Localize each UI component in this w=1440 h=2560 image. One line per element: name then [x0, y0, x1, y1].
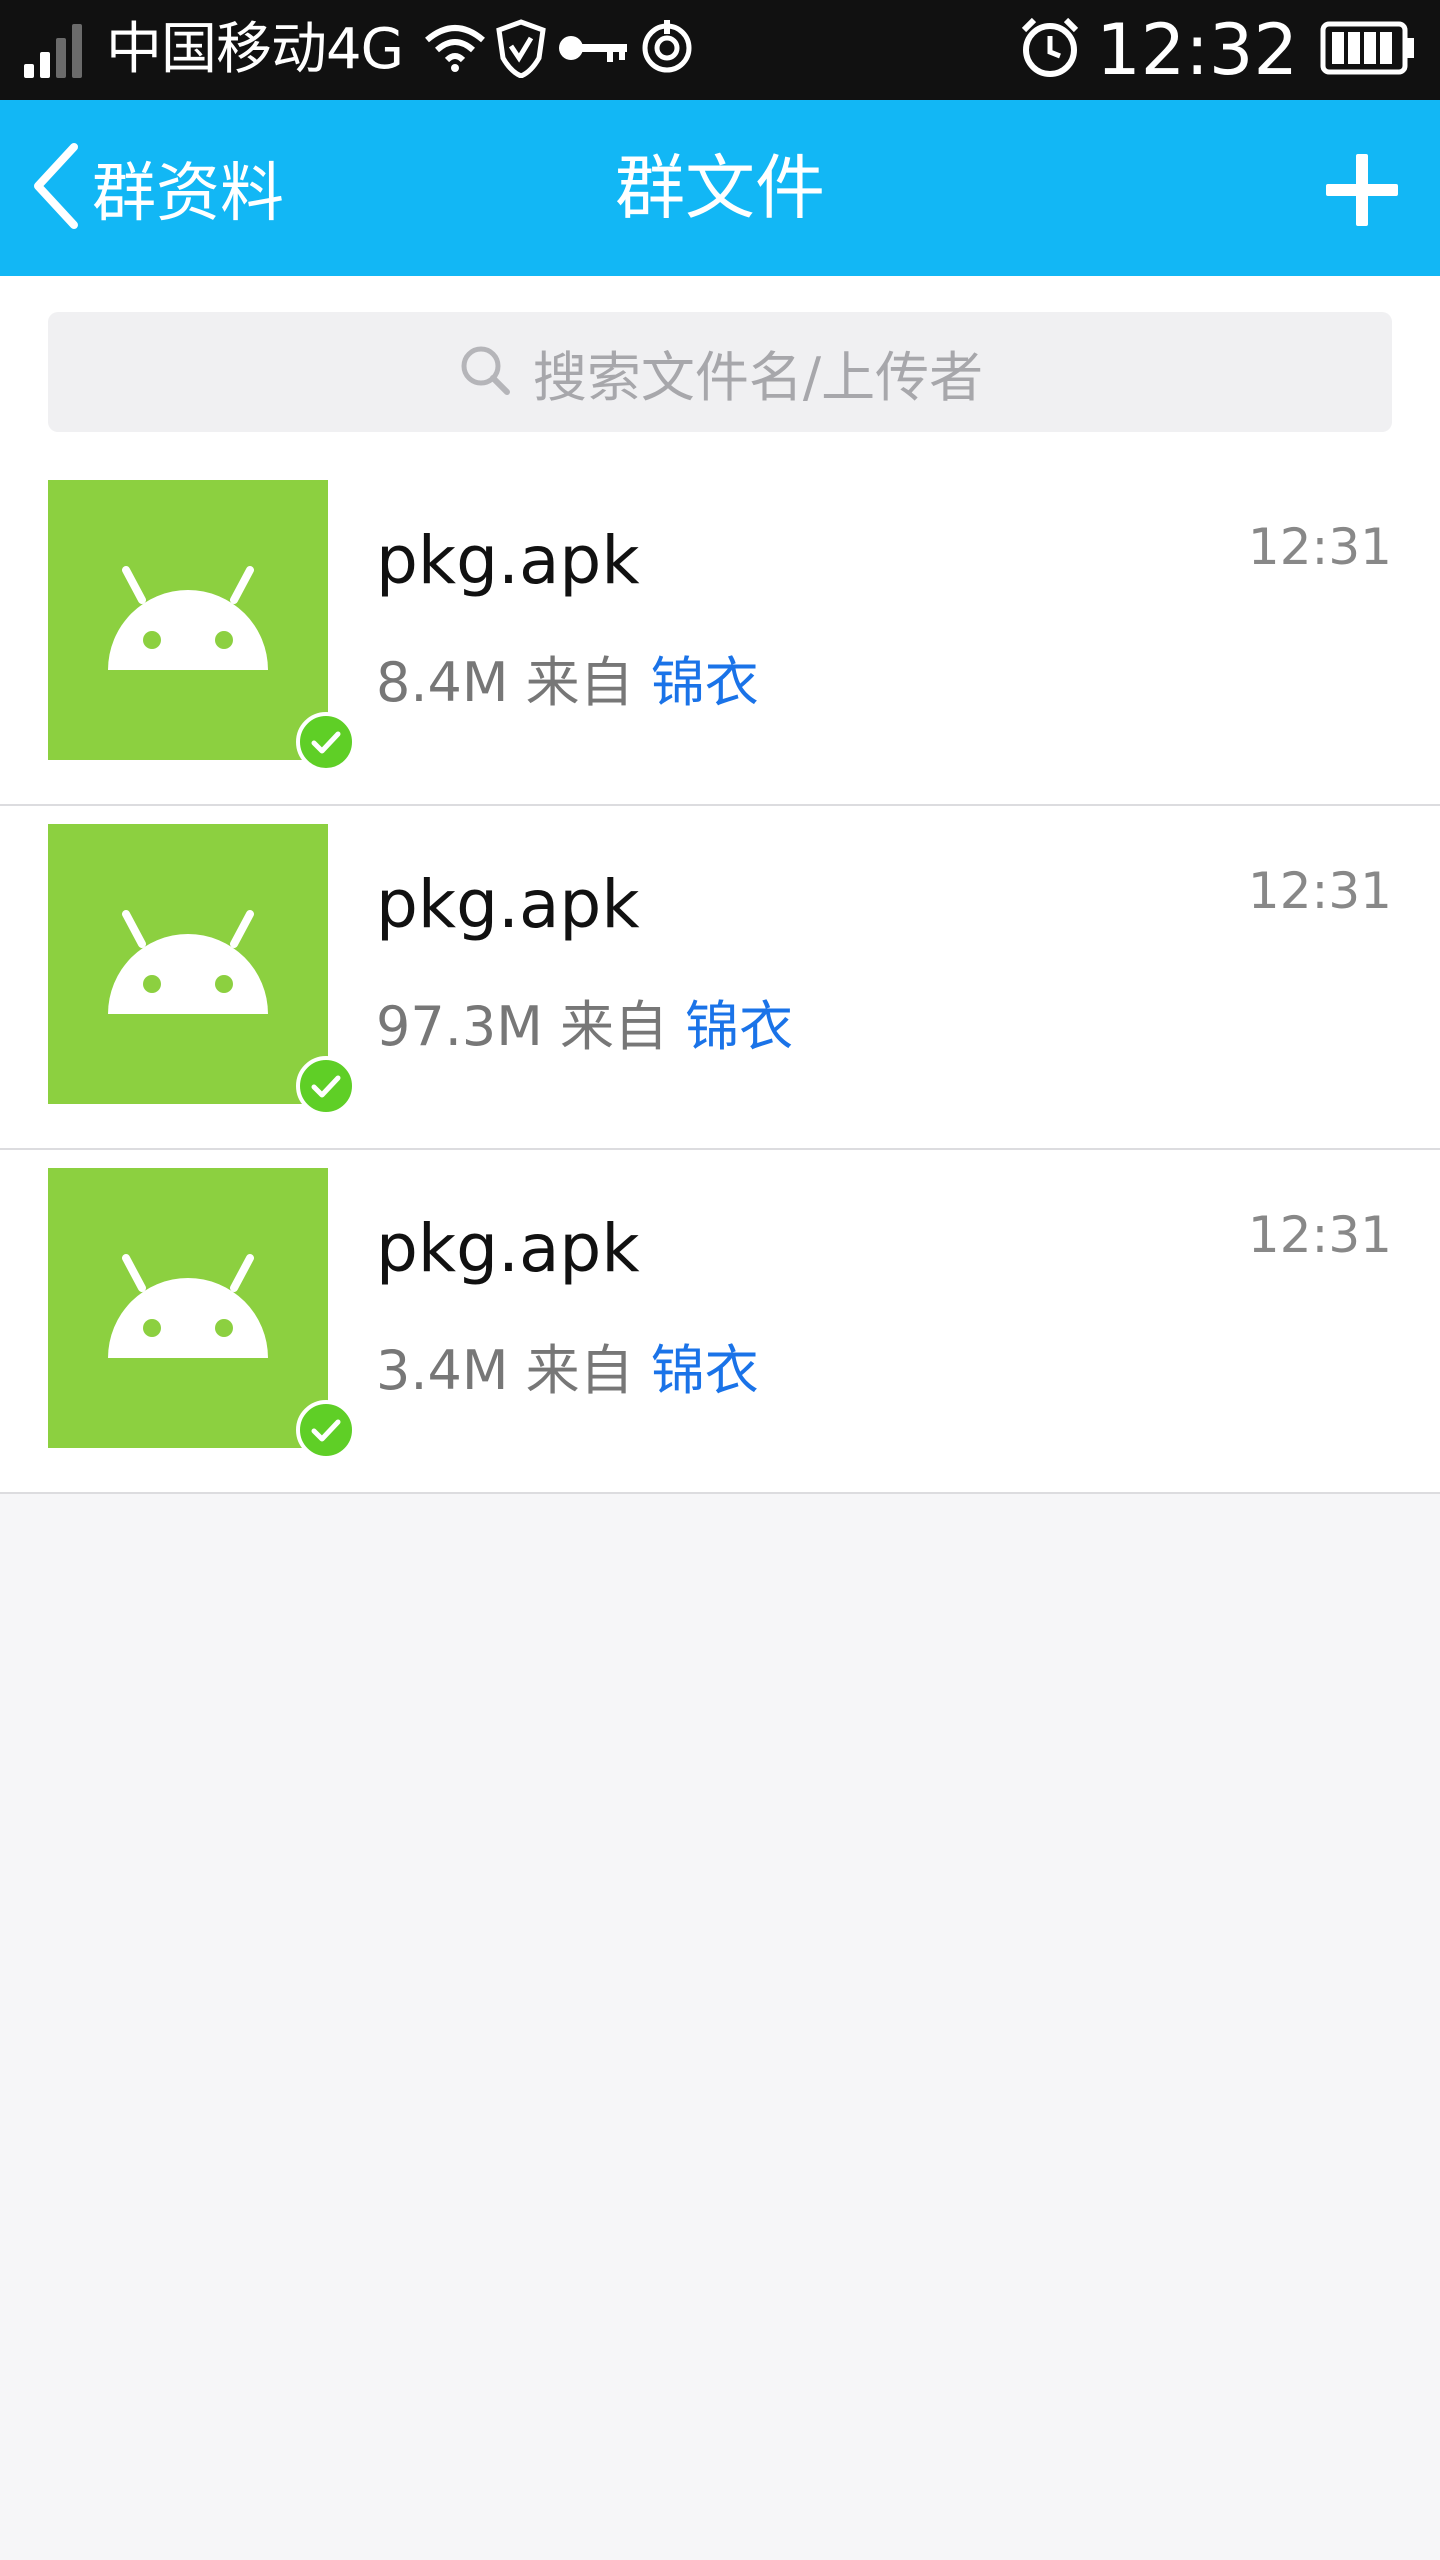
file-size: 97.3M: [376, 995, 543, 1058]
file-time: 12:31: [1247, 518, 1392, 576]
file-list: pkg.apk 8.4M 来自 锦衣 12:31 pkg.apk 97.3M 来…: [0, 462, 1440, 1494]
file-time: 12:31: [1247, 1206, 1392, 1264]
status-right: 12:32: [1010, 0, 1416, 100]
file-row[interactable]: pkg.apk 3.4M 来自 锦衣 12:31: [0, 1150, 1440, 1494]
downloaded-check-icon: [296, 712, 356, 772]
status-bar: 中国移动4G 12:32: [0, 0, 1440, 100]
status-time: 12:32: [1096, 9, 1298, 91]
battery-icon: [1320, 20, 1416, 80]
file-row[interactable]: pkg.apk 8.4M 来自 锦衣 12:31: [0, 462, 1440, 806]
from-label: 来自: [560, 995, 668, 1058]
uploader-link[interactable]: 锦衣: [685, 995, 793, 1058]
uploader-link[interactable]: 锦衣: [651, 651, 759, 714]
status-left: 中国移动4G: [24, 0, 695, 100]
file-row[interactable]: pkg.apk 97.3M 来自 锦衣 12:31: [0, 806, 1440, 1150]
page-title: 群文件: [615, 147, 825, 229]
search-placeholder: 搜索文件名/上传者: [532, 345, 984, 409]
file-name: pkg.apk: [376, 1210, 640, 1287]
target-icon: [639, 18, 695, 82]
nav-bar: 群资料 群文件: [0, 100, 1440, 276]
alarm-icon: [1018, 16, 1082, 84]
android-app-icon: [48, 480, 328, 760]
file-time: 12:31: [1247, 862, 1392, 920]
android-app-icon: [48, 1168, 328, 1448]
wifi-icon: [423, 18, 487, 82]
key-icon: [555, 18, 631, 82]
plus-icon[interactable]: [1322, 150, 1402, 230]
carrier-label: 中国移动4G: [106, 17, 404, 82]
file-name: pkg.apk: [376, 866, 640, 943]
file-meta: 97.3M 来自 锦衣: [376, 982, 793, 1061]
file-size: 3.4M: [376, 1339, 509, 1402]
file-meta: 3.4M 来自 锦衣: [376, 1326, 759, 1405]
from-label: 来自: [525, 651, 634, 714]
search-icon: [457, 342, 513, 402]
shield-icon: [495, 18, 547, 82]
android-app-icon: [48, 824, 328, 1104]
from-label: 来自: [525, 1339, 634, 1402]
downloaded-check-icon: [296, 1056, 356, 1116]
downloaded-check-icon: [296, 1400, 356, 1460]
search-input[interactable]: 搜索文件名/上传者: [48, 312, 1392, 432]
file-meta: 8.4M 来自 锦衣: [376, 638, 759, 717]
file-size: 8.4M: [376, 651, 509, 714]
search-section: 搜索文件名/上传者: [0, 276, 1440, 462]
file-name: pkg.apk: [376, 522, 640, 599]
signal-icon: [24, 22, 88, 78]
uploader-link[interactable]: 锦衣: [651, 1339, 759, 1402]
